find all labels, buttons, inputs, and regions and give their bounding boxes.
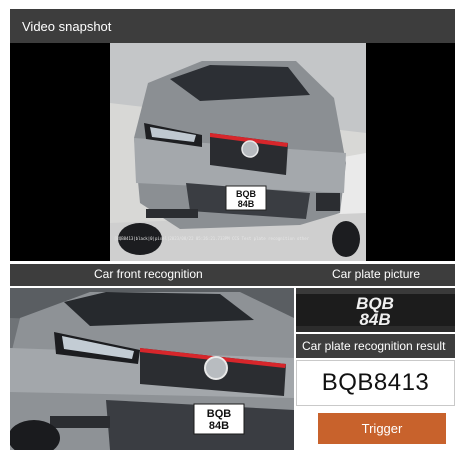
car-plate-picture: BQB 84B (296, 288, 455, 332)
svg-text:BQB: BQB (207, 408, 232, 420)
video-snapshot-header: Video snapshot (10, 9, 455, 43)
car-plate-picture-label: Car plate picture (332, 267, 421, 281)
recognition-section-header: Car front recognition Car plate picture (10, 264, 455, 286)
trigger-button[interactable]: Trigger (318, 413, 446, 444)
plate-picture-line2: 84B (359, 310, 390, 329)
car-plate-recognition-result-label: Car plate recognition result (296, 334, 455, 358)
panel-title: Video snapshot (22, 18, 112, 34)
car-front-recognition-label: Car front recognition (94, 267, 203, 281)
snapshot-caption: [BQB8413|black|0|pixel|2023/08/22 05:26:… (114, 236, 310, 241)
car-snapshot-image: BQB 84B (110, 43, 366, 261)
plate-crop-image: BQB 84B (296, 288, 455, 332)
car-front-recognition-image: BQB 84B (10, 288, 294, 450)
svg-text:BQB: BQB (236, 189, 257, 199)
video-frame: BQB 84B [BQB8413|black|0|pixel|2023/08/2… (110, 43, 366, 261)
car-front-image: BQB 84B (10, 288, 294, 450)
svg-text:84B: 84B (209, 420, 229, 432)
svg-text:84B: 84B (238, 199, 255, 209)
video-snapshot-area: BQB 84B [BQB8413|black|0|pixel|2023/08/2… (10, 43, 455, 261)
car-plate-recognition-result: BQB8413 (296, 360, 455, 406)
